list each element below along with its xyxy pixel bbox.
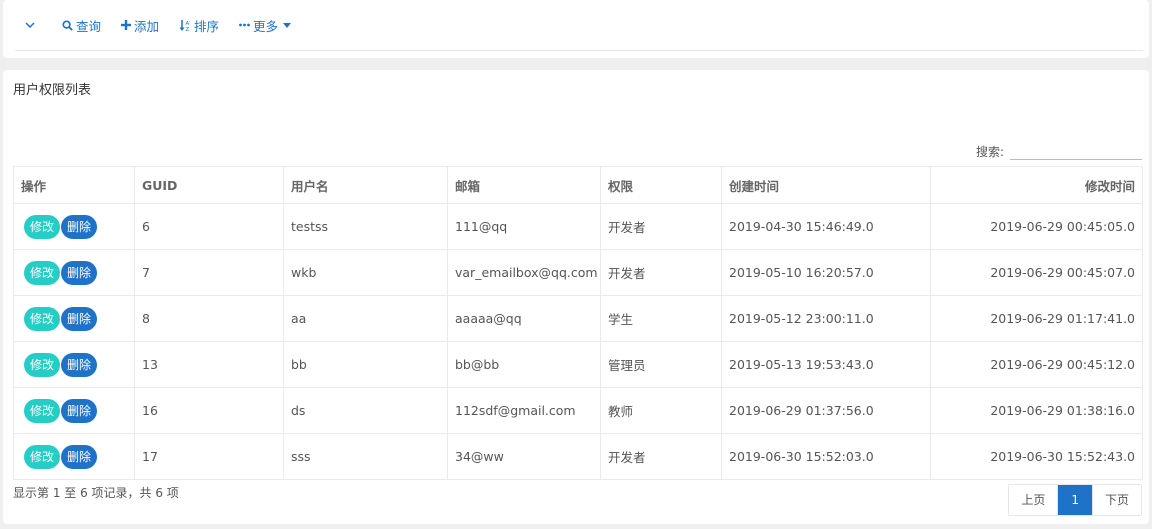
table-row: 修改 删除 16 ds 112sdf@gmail.com 教师 2019-06-29 01:… (13, 387, 1143, 434)
table-row: 修改 删除 8 aa aaaaa@qq 学生 2019-05-12 23:00:11.0 20… (13, 295, 1143, 342)
sort-button[interactable]: AZ 排序 (169, 12, 229, 38)
cell-email: 34@ww (447, 433, 601, 480)
cell-role: 开发者 (600, 249, 722, 296)
cell-modified: 2019-06-29 01:17:41.0 (930, 295, 1143, 342)
cell-guid: 13 (134, 341, 284, 388)
edit-button[interactable]: 修改 (24, 214, 61, 239)
table-row: 修改 删除 7 wkb var_emailbox@qq.com 开发者 2019-05-10… (13, 249, 1143, 296)
cell-username: wkb (283, 249, 448, 296)
cell-created: 2019-04-30 15:46:49.0 (721, 203, 931, 250)
collapse-toggle[interactable] (15, 12, 52, 38)
caret-down-icon (283, 22, 292, 28)
col-header-email[interactable]: 邮箱 (447, 166, 601, 204)
delete-button[interactable]: 删除 (61, 444, 98, 469)
add-button[interactable]: 添加 (111, 12, 169, 38)
cell-username: bb (283, 341, 448, 388)
cell-guid: 17 (134, 433, 284, 480)
col-header-guid[interactable]: GUID (134, 166, 284, 204)
delete-button[interactable]: 删除 (61, 352, 98, 377)
cell-actions: 修改 删除 (13, 249, 135, 296)
page-1-button[interactable]: 1 (1057, 485, 1092, 515)
cell-created: 2019-06-30 15:52:03.0 (721, 433, 931, 480)
cell-role: 学生 (600, 295, 722, 342)
cell-username: testss (283, 203, 448, 250)
col-header-username[interactable]: 用户名 (283, 166, 448, 204)
edit-button[interactable]: 修改 (24, 352, 61, 377)
edit-button[interactable]: 修改 (24, 306, 61, 331)
cell-email: aaaaa@qq (447, 295, 601, 342)
cell-actions: 修改 删除 (13, 341, 135, 388)
table-info: 显示第 1 至 6 项记录，共 6 项 (13, 486, 179, 500)
cell-role: 开发者 (600, 433, 722, 480)
cell-email: bb@bb (447, 341, 601, 388)
delete-button[interactable]: 删除 (61, 306, 98, 331)
sort-label: 排序 (194, 18, 220, 34)
edit-button[interactable]: 修改 (24, 260, 61, 285)
cell-guid: 7 (134, 249, 284, 296)
cell-modified: 2019-06-29 01:38:16.0 (930, 387, 1143, 434)
delete-button[interactable]: 删除 (61, 398, 98, 423)
ellipsis-icon (239, 23, 250, 27)
delete-button[interactable]: 删除 (61, 214, 98, 239)
toolbar-panel: 查询 添加 AZ 排序 更多 (3, 0, 1149, 58)
cell-created: 2019-05-13 19:53:43.0 (721, 341, 931, 388)
cell-guid: 8 (134, 295, 284, 342)
search-input[interactable] (1010, 145, 1142, 160)
sort-icon: AZ (179, 19, 190, 32)
col-header-modified[interactable]: 修改时间 (930, 166, 1143, 204)
cell-modified: 2019-06-29 00:45:05.0 (930, 203, 1143, 250)
query-button[interactable]: 查询 (52, 12, 111, 38)
cell-actions: 修改 删除 (13, 387, 135, 434)
cell-username: ds (283, 387, 448, 434)
cell-actions: 修改 删除 (13, 203, 135, 250)
cell-email: 111@qq (447, 203, 601, 250)
search-label: 搜索: (975, 145, 1004, 159)
col-header-role[interactable]: 权限 (600, 166, 722, 204)
cell-guid: 6 (134, 203, 284, 250)
cell-username: aa (283, 295, 448, 342)
col-header-created[interactable]: 创建时间 (721, 166, 931, 204)
cell-role: 教师 (600, 387, 722, 434)
table-header-row: 操作 GUID 用户名 邮箱 权限 创建时间 修改时间 (13, 166, 1143, 204)
chevron-down-icon (25, 22, 35, 28)
cell-actions: 修改 删除 (13, 295, 135, 342)
table-row: 修改 删除 6 testss 111@qq 开发者 2019-04-30 15:46:49.… (13, 203, 1143, 250)
cell-username: sss (283, 433, 448, 480)
query-label: 查询 (76, 18, 102, 34)
table-row: 修改 删除 17 sss 34@ww 开发者 2019-06-30 15:52:03.0 20… (13, 433, 1143, 480)
delete-button[interactable]: 删除 (61, 260, 98, 285)
cell-role: 开发者 (600, 203, 722, 250)
search-bar: 搜索: (976, 143, 1142, 160)
search-icon (62, 19, 73, 31)
table-row: 修改 删除 13 bb bb@bb 管理员 2019-05-13 19:53:43.0 201… (13, 341, 1143, 388)
cell-actions: 修改 删除 (13, 433, 135, 480)
edit-button[interactable]: 修改 (24, 444, 61, 469)
cell-role: 管理员 (600, 341, 722, 388)
cell-created: 2019-05-12 23:00:11.0 (721, 295, 931, 342)
toolbar: 查询 添加 AZ 排序 更多 (15, 0, 1143, 51)
cell-created: 2019-06-29 01:37:56.0 (721, 387, 931, 434)
next-page-button[interactable]: 下页 (1091, 485, 1141, 515)
edit-button[interactable]: 修改 (24, 398, 61, 423)
add-label: 添加 (134, 18, 160, 34)
cell-modified: 2019-06-29 00:45:07.0 (930, 249, 1143, 296)
plus-icon (121, 20, 132, 30)
panel-title: 用户权限列表 (13, 83, 92, 98)
more-dropdown[interactable]: 更多 (229, 12, 301, 38)
more-label: 更多 (253, 18, 279, 34)
col-header-actions[interactable]: 操作 (13, 166, 135, 204)
prev-page-button[interactable]: 上页 (1009, 485, 1057, 515)
cell-modified: 2019-06-30 15:52:43.0 (930, 433, 1143, 480)
user-table: 操作 GUID 用户名 邮箱 权限 创建时间 修改时间 修改 删除 6 testss 1… (13, 166, 1143, 480)
cell-email: 112sdf@gmail.com (447, 387, 601, 434)
user-permission-panel: 用户权限列表 搜索: 操作 GUID 用户名 邮箱 权限 创建时间 修改时间 修… (3, 70, 1149, 524)
cell-created: 2019-05-10 16:20:57.0 (721, 249, 931, 296)
pagination: 上页 1 下页 (1008, 484, 1142, 516)
cell-email: var_emailbox@qq.com (447, 249, 601, 296)
cell-guid: 16 (134, 387, 284, 434)
svg-text:Z: Z (186, 27, 190, 32)
cell-modified: 2019-06-29 00:45:12.0 (930, 341, 1143, 388)
